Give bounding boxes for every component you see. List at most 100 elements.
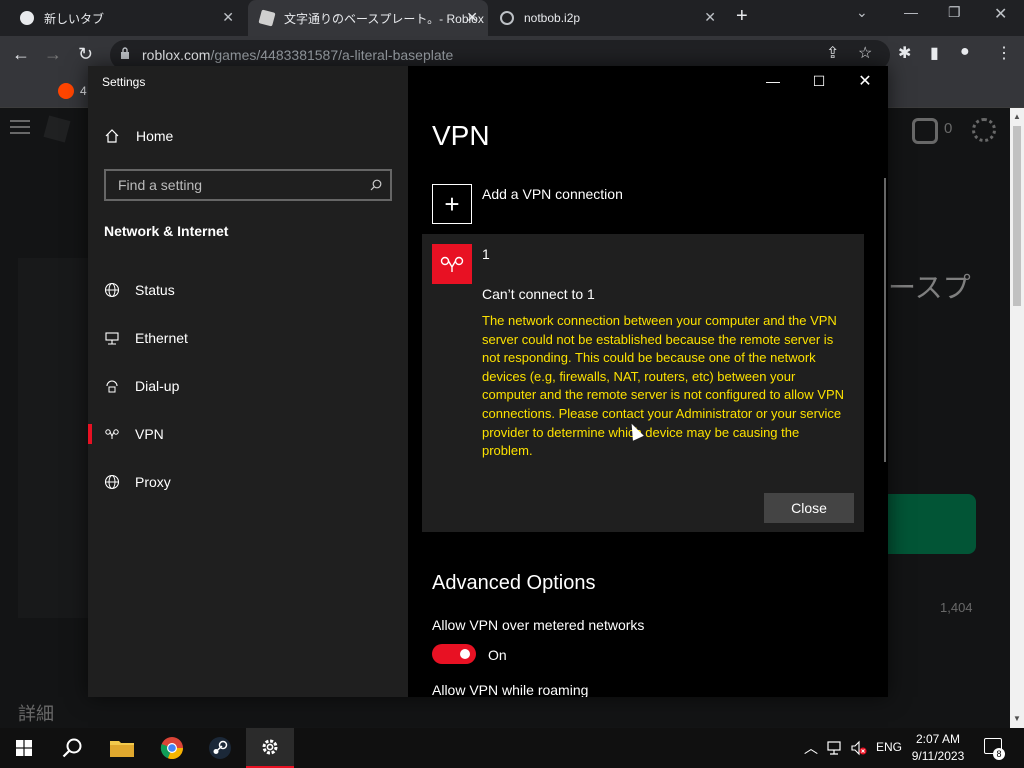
steam-button[interactable] bbox=[196, 728, 244, 768]
minimize-icon[interactable]: — bbox=[750, 66, 796, 96]
bookmark-star-icon[interactable]: ☆ bbox=[858, 43, 872, 63]
vpn-connection-name: 1 bbox=[482, 246, 490, 262]
globe-icon bbox=[104, 282, 120, 298]
clock-time: 2:07 AM bbox=[915, 732, 961, 746]
nav-item-label: Ethernet bbox=[135, 330, 188, 346]
bookmark-label[interactable]: 4 bbox=[80, 84, 87, 98]
clock-date: 9/11/2023 bbox=[911, 749, 965, 763]
back-icon[interactable]: ← bbox=[12, 44, 30, 65]
forward-icon[interactable]: → bbox=[44, 44, 62, 65]
windows-logo-icon bbox=[16, 740, 32, 756]
gear-icon bbox=[262, 739, 278, 755]
extensions-icon[interactable]: ✱ bbox=[898, 43, 911, 63]
close-tab-icon[interactable]: ✕ bbox=[466, 9, 478, 26]
vpn-icon bbox=[104, 426, 120, 442]
share-icon[interactable]: ⇪ bbox=[826, 43, 839, 63]
nav-item-label: Dial-up bbox=[135, 378, 180, 394]
close-tab-icon[interactable]: ✕ bbox=[704, 9, 716, 26]
vpn-content: VPN + Add a VPN connection 1 Can’t conne… bbox=[408, 66, 888, 697]
browser-tab[interactable]: 新しいタブ ✕ bbox=[8, 0, 244, 36]
scroll-up-icon[interactable]: ▲ bbox=[1013, 112, 1021, 121]
vpn-connection-icon bbox=[432, 244, 472, 284]
steam-icon bbox=[209, 737, 231, 759]
tab-title: 文字通りのベースプレート。- Roblox bbox=[284, 11, 484, 26]
minimize-icon[interactable]: — bbox=[904, 4, 918, 20]
folder-icon bbox=[110, 741, 134, 757]
vpn-connection-card[interactable]: 1 Can’t connect to 1 The network connect… bbox=[422, 234, 864, 532]
advanced-options-heading: Advanced Options bbox=[432, 572, 596, 594]
metered-option-label: Allow VPN over metered networks bbox=[432, 617, 645, 633]
url-host: roblox.com bbox=[142, 47, 211, 63]
lock-icon bbox=[121, 47, 129, 59]
clock[interactable]: 2:07 AM 9/11/2023 bbox=[906, 731, 970, 765]
error-description: The network connection between your comp… bbox=[482, 313, 845, 459]
page-title: VPN bbox=[432, 120, 490, 151]
reload-icon[interactable]: ↻ bbox=[78, 44, 93, 65]
scroll-thumb[interactable] bbox=[1013, 126, 1021, 306]
profile-icon[interactable]: ● bbox=[960, 43, 970, 61]
scroll-down-icon[interactable]: ▼ bbox=[1013, 714, 1021, 723]
menu-icon[interactable]: ⋮ bbox=[996, 43, 1012, 63]
plus-icon: + bbox=[432, 184, 472, 224]
error-title: Can’t connect to 1 bbox=[482, 286, 595, 302]
browser-tab-active[interactable]: 文字通りのベースプレート。- Roblox ✕ bbox=[248, 0, 488, 36]
toggle-state-label: On bbox=[488, 647, 507, 663]
taskbar: ︿ ENG 2:07 AM 9/11/2023 8 bbox=[0, 728, 1024, 768]
roaming-option-label: Allow VPN while roaming bbox=[432, 682, 589, 697]
restore-icon[interactable]: ❐ bbox=[948, 4, 961, 21]
new-tab-icon[interactable]: + bbox=[736, 5, 748, 28]
reddit-icon[interactable] bbox=[58, 83, 74, 99]
globe-icon bbox=[104, 474, 120, 490]
volume-muted-icon[interactable] bbox=[850, 740, 868, 756]
browser-tab[interactable]: notbob.i2p ✕ bbox=[490, 0, 726, 36]
home-link[interactable]: Home bbox=[104, 128, 173, 144]
nav-item-dial-up[interactable]: Dial-up bbox=[88, 366, 408, 406]
nav-item-label: Proxy bbox=[135, 474, 171, 490]
network-icon[interactable] bbox=[826, 740, 844, 756]
search-icon[interactable] bbox=[370, 179, 382, 191]
nav-item-ethernet[interactable]: Ethernet bbox=[88, 318, 408, 358]
settings-search[interactable] bbox=[104, 169, 392, 201]
nav-item-status[interactable]: Status bbox=[88, 270, 408, 310]
ethernet-icon bbox=[104, 330, 120, 346]
chrome-button[interactable] bbox=[148, 728, 196, 768]
home-icon bbox=[105, 129, 119, 143]
close-window-icon[interactable]: ✕ bbox=[842, 66, 888, 96]
maximize-icon[interactable]: ☐ bbox=[796, 66, 842, 96]
nav-item-label: Status bbox=[135, 282, 175, 298]
search-input[interactable] bbox=[116, 176, 356, 194]
notification-count: 8 bbox=[993, 748, 1005, 760]
close-button[interactable]: Close bbox=[764, 493, 854, 523]
dialup-icon bbox=[104, 378, 120, 394]
language-indicator[interactable]: ENG bbox=[876, 740, 902, 754]
search-icon bbox=[62, 738, 82, 758]
chevron-up-icon[interactable]: ︿ bbox=[804, 738, 818, 758]
side-panel-icon[interactable]: ▮ bbox=[930, 43, 939, 63]
close-window-icon[interactable]: ✕ bbox=[994, 4, 1007, 24]
section-heading: Network & Internet bbox=[104, 223, 229, 239]
home-label: Home bbox=[136, 128, 174, 144]
add-vpn-button[interactable]: + Add a VPN connection bbox=[432, 184, 623, 224]
settings-window: Settings Home Network & Internet Status … bbox=[88, 66, 888, 697]
nav-item-label: VPN bbox=[135, 426, 164, 442]
tab-title: notbob.i2p bbox=[524, 11, 581, 25]
url-path: /games/4483381587/a-literal-baseplate bbox=[210, 47, 454, 63]
settings-sidebar: Settings Home Network & Internet Status … bbox=[88, 66, 408, 697]
nav-item-vpn[interactable]: VPN bbox=[88, 414, 408, 454]
add-vpn-label: Add a VPN connection bbox=[482, 186, 623, 202]
roblox-favicon-icon bbox=[258, 9, 276, 27]
chrome-icon bbox=[160, 737, 184, 760]
search-button[interactable] bbox=[48, 728, 96, 768]
metered-toggle[interactable] bbox=[432, 644, 476, 664]
close-tab-icon[interactable]: ✕ bbox=[222, 9, 234, 26]
tab-title: 新しいタブ bbox=[44, 11, 105, 26]
content-scrollbar[interactable] bbox=[884, 178, 886, 462]
start-button[interactable] bbox=[0, 728, 48, 768]
page-scrollbar[interactable]: ▲ ▼ bbox=[1010, 108, 1024, 728]
settings-taskbar-button[interactable] bbox=[246, 728, 294, 768]
file-explorer-button[interactable] bbox=[98, 728, 146, 768]
tab-search-icon[interactable]: ⌄ bbox=[856, 4, 868, 21]
globe-favicon-icon bbox=[500, 11, 514, 25]
nav-item-proxy[interactable]: Proxy bbox=[88, 462, 408, 502]
chrome-icon bbox=[20, 11, 34, 25]
